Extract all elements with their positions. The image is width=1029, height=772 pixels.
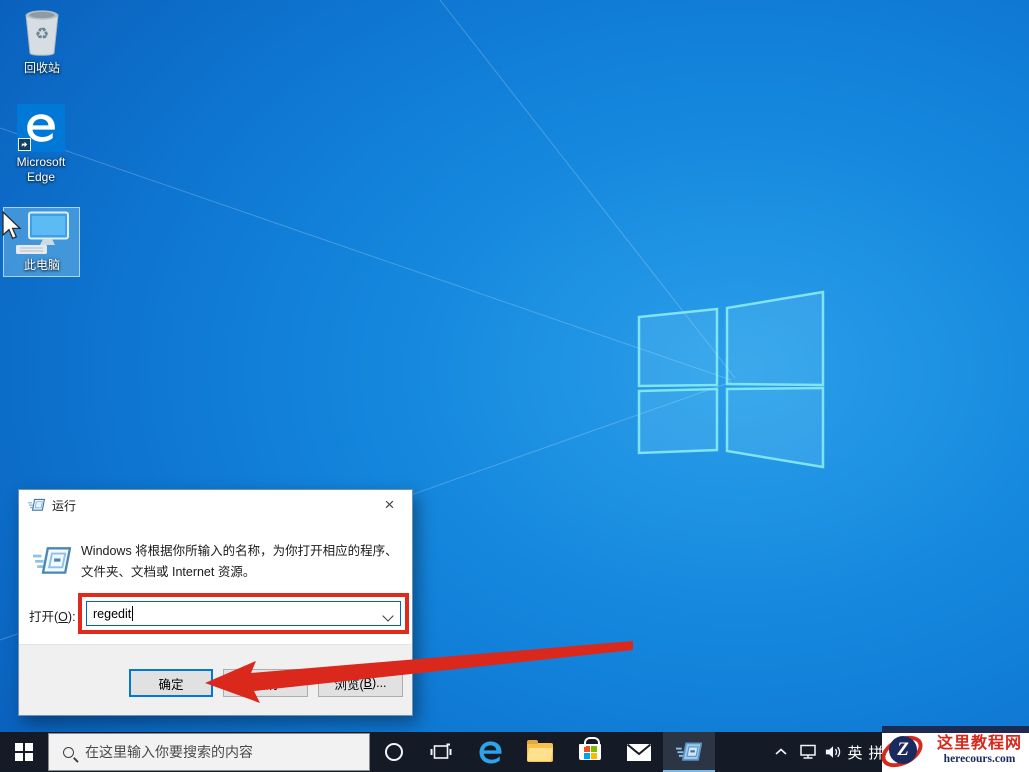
- shortcut-arrow-icon: [18, 138, 31, 151]
- run-dialog-icon: [33, 547, 71, 574]
- dialog-titlebar[interactable]: 运行 ×: [19, 490, 412, 520]
- annotation-highlight-box: regedit: [78, 593, 409, 634]
- svg-text:♻: ♻: [35, 26, 49, 43]
- cortana-icon: [385, 743, 403, 761]
- text-caret: [132, 606, 134, 621]
- open-label: 打开(O):: [29, 610, 76, 624]
- dialog-title: 运行: [52, 498, 77, 513]
- taskbar-store-button[interactable]: [565, 732, 615, 772]
- run-icon: [676, 742, 702, 761]
- chevron-down-icon[interactable]: [382, 610, 394, 622]
- taskbar-run-app-button[interactable]: [663, 732, 715, 772]
- site-watermark: Z 这里教程网 herecours.com: [876, 726, 1029, 772]
- run-icon: [28, 498, 45, 511]
- watermark-domain: herecours.com: [943, 753, 1016, 765]
- task-view-button[interactable]: [419, 732, 463, 772]
- run-command-input[interactable]: regedit: [86, 601, 401, 626]
- tray-ime-indicator[interactable]: 英: [843, 732, 867, 772]
- desktop-icon-recycle-bin[interactable]: ♻ 回收站: [8, 6, 76, 76]
- browse-button[interactable]: 浏览(B)...: [318, 669, 403, 697]
- tray-show-hidden-icons-button[interactable]: [768, 732, 794, 772]
- start-button[interactable]: [0, 732, 48, 772]
- desktop-icon-label: Microsoft Edge: [16, 155, 66, 184]
- desktop-icon-microsoft-edge[interactable]: Microsoft Edge: [7, 104, 75, 185]
- mail-icon: [627, 743, 651, 761]
- watermark-logo-icon: Z: [876, 729, 930, 772]
- dialog-footer: 确定 取消 浏览(B)...: [19, 644, 412, 715]
- taskbar-edge-button[interactable]: [465, 732, 515, 772]
- close-icon[interactable]: ×: [367, 490, 412, 519]
- run-dialog: 运行 × Windows 将根据你所输入的名称，为你打开相应的程序、 文件夹、文…: [18, 489, 413, 716]
- mouse-cursor: [2, 211, 22, 240]
- cancel-button[interactable]: 取消: [223, 669, 308, 697]
- microsoft-store-icon: [579, 737, 601, 760]
- desktop-icon-label: 回收站: [23, 61, 60, 75]
- watermark-site-name: 这里教程网: [936, 735, 1022, 752]
- network-icon: [800, 744, 816, 759]
- folder-icon: [527, 739, 553, 762]
- speaker-icon: [825, 746, 840, 758]
- taskbar-search[interactable]: [48, 733, 370, 771]
- recycle-bin-icon: ♻: [25, 10, 59, 56]
- chevron-up-icon: [775, 748, 787, 755]
- cortana-button[interactable]: [373, 732, 415, 772]
- search-input[interactable]: [85, 744, 345, 760]
- input-value: regedit: [93, 606, 132, 621]
- search-icon: [63, 746, 74, 758]
- edge-icon: [17, 104, 65, 152]
- tray-network-button[interactable]: [794, 732, 822, 772]
- taskbar: 英 拼: [0, 732, 1029, 772]
- taskbar-file-explorer-button[interactable]: [515, 732, 565, 772]
- dialog-description: Windows 将根据你所输入的名称，为你打开相应的程序、 文件夹、文档或 In…: [81, 544, 398, 579]
- edge-icon: [479, 741, 501, 763]
- task-view-icon: [430, 743, 452, 759]
- windows-logo-icon: [15, 743, 33, 761]
- desktop-icon-label: 此电脑: [23, 258, 60, 272]
- ok-button[interactable]: 确定: [129, 669, 213, 697]
- taskbar-mail-button[interactable]: [615, 732, 663, 772]
